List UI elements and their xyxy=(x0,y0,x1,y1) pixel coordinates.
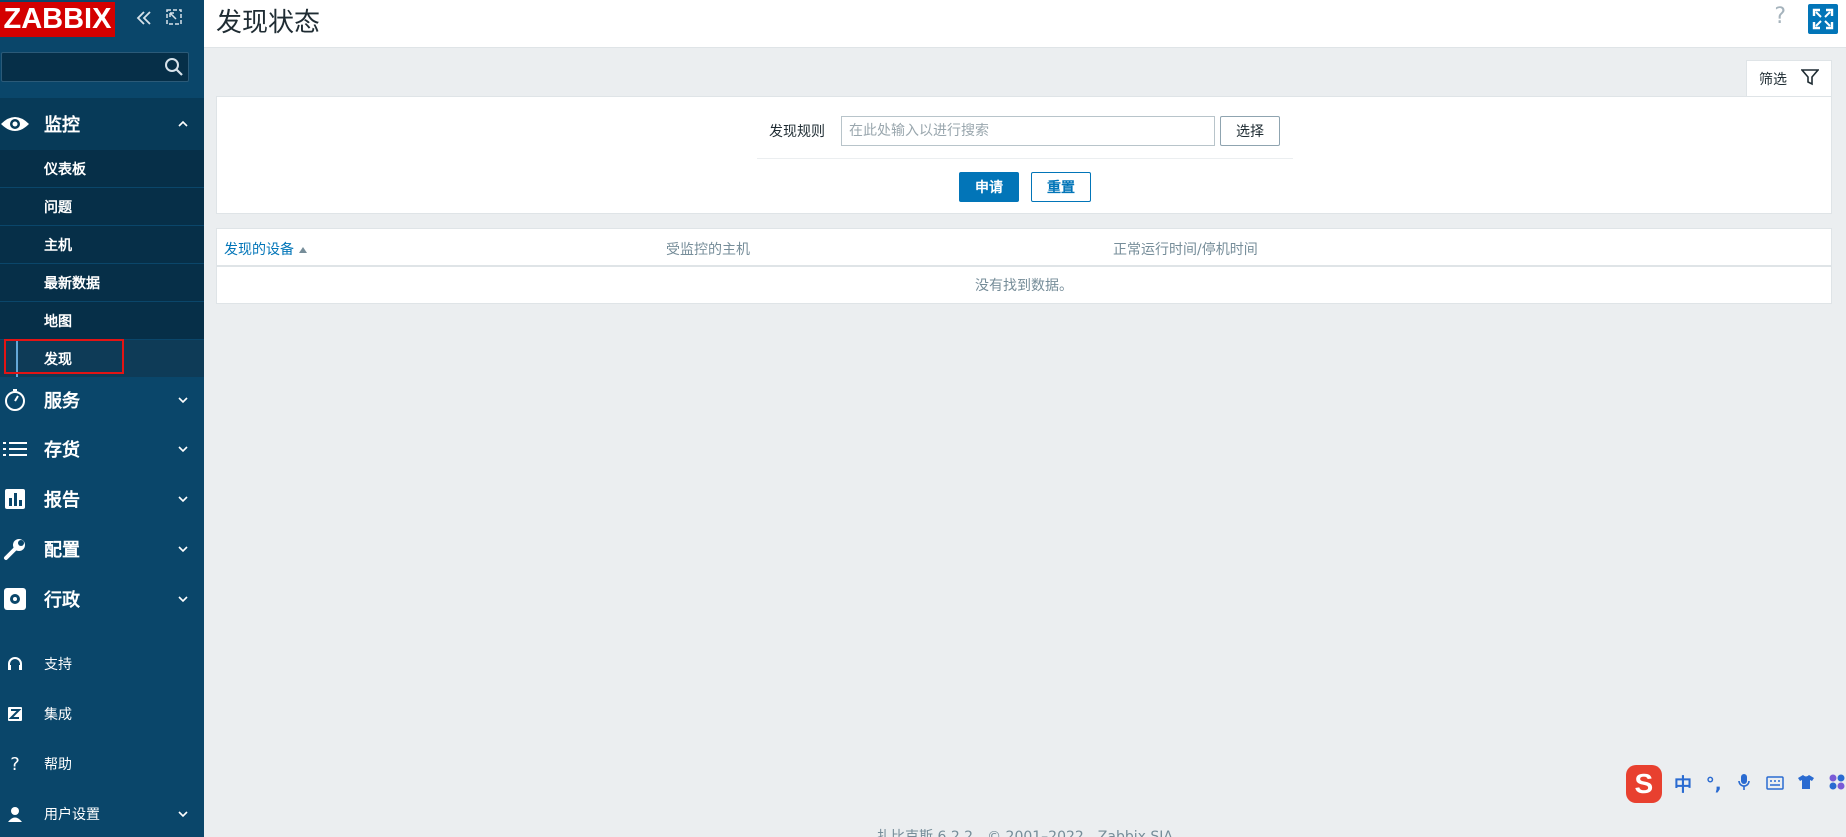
headset-icon xyxy=(0,649,30,679)
user-icon xyxy=(0,799,30,829)
apply-button[interactable]: 申请 xyxy=(959,172,1019,202)
discovery-table: 发现的设备 受监控的主机 正常运行时间/停机时间 没有找到数据。 xyxy=(216,228,1832,304)
column-monitored-host: 受监控的主机 xyxy=(666,242,750,258)
sidebar-item-maps[interactable]: 地图 xyxy=(0,302,204,340)
sort-asc-icon xyxy=(298,242,308,258)
menu-integrations[interactable]: 集成 xyxy=(0,694,204,734)
chevron-down-icon xyxy=(178,492,188,506)
menu-services-label: 服务 xyxy=(44,391,80,412)
column-label: 发现的设备 xyxy=(224,242,294,258)
chevron-down-icon xyxy=(178,542,188,556)
select-button[interactable]: 选择 xyxy=(1220,116,1280,146)
sidebar-item-label: 仪表板 xyxy=(44,161,86,178)
search-icon[interactable] xyxy=(164,57,184,77)
column-uptime-downtime: 正常运行时间/停机时间 xyxy=(1113,242,1258,258)
menu-inventory[interactable]: 存货 xyxy=(0,425,204,473)
page-header: 发现状态 ? xyxy=(204,0,1846,48)
menu-configuration[interactable]: 配置 xyxy=(0,525,204,573)
z-icon xyxy=(0,699,30,729)
sidebar-item-hosts[interactable]: 主机 xyxy=(0,226,204,264)
menu-administration[interactable]: 行政 xyxy=(0,575,204,623)
filter-tab-label: 筛选 xyxy=(1759,72,1787,88)
menu-support[interactable]: 支持 xyxy=(0,644,204,684)
fullscreen-icon[interactable] xyxy=(1808,4,1838,34)
reset-button[interactable]: 重置 xyxy=(1031,172,1091,202)
ime-punctuation[interactable]: °, xyxy=(1704,774,1723,795)
list-icon xyxy=(0,434,30,464)
apps-icon[interactable] xyxy=(1827,773,1846,796)
filter-icon xyxy=(1800,68,1820,90)
menu-configuration-label: 配置 xyxy=(44,540,80,561)
sidebar-item-label: 主机 xyxy=(44,237,72,254)
selection-highlight-box xyxy=(4,339,124,374)
menu-support-label: 支持 xyxy=(44,657,72,673)
chevron-up-icon xyxy=(178,117,188,131)
menu-reports[interactable]: 报告 xyxy=(0,475,204,523)
column-discovered-device[interactable]: 发现的设备 xyxy=(224,239,308,259)
sidebar-search-input[interactable] xyxy=(2,53,152,81)
eye-icon xyxy=(0,109,30,139)
microphone-icon[interactable] xyxy=(1735,773,1754,796)
filter-panel: 发现规则 选择 申请 重置 xyxy=(216,96,1832,214)
menu-monitoring[interactable]: 监控 xyxy=(0,98,204,150)
bar-chart-icon xyxy=(0,484,30,514)
chevron-down-icon xyxy=(178,442,188,456)
sidebar-item-label: 问题 xyxy=(44,199,72,216)
question-icon: ? xyxy=(10,753,20,775)
sidebar-item-dashboards[interactable]: 仪表板 xyxy=(0,150,204,188)
sidebar-item-latest-data[interactable]: 最新数据 xyxy=(0,264,204,302)
discovery-rule-label: 发现规则 xyxy=(769,124,825,140)
ime-chinese-mode[interactable]: 中 xyxy=(1674,771,1693,797)
menu-user-settings[interactable]: 用户设置 xyxy=(0,794,204,834)
gear-icon xyxy=(0,584,30,614)
sidebar-search xyxy=(1,52,189,82)
logo-row: ZABBIX xyxy=(0,0,204,40)
sidebar-item-problems[interactable]: 问题 xyxy=(0,188,204,226)
sidebar: ZABBIX 监控 仪表板 问题 主机 最新数据 地图 发现 服务 存货 报告 … xyxy=(0,0,204,837)
zabbix-logo[interactable]: ZABBIX xyxy=(0,2,115,37)
sidebar-item-label: 最新数据 xyxy=(44,275,100,292)
menu-reports-label: 报告 xyxy=(44,490,80,511)
menu-help-label: 帮助 xyxy=(44,757,72,773)
chevron-down-icon xyxy=(178,592,188,606)
chevron-down-icon xyxy=(178,807,188,821)
filter-tab[interactable]: 筛选 xyxy=(1746,60,1832,97)
help-icon[interactable]: ? xyxy=(1774,4,1786,29)
footer: 扎比克斯 6.2.2。© 2001–2022，Zabbix SIA xyxy=(877,829,1173,837)
kiosk-mode-icon[interactable] xyxy=(163,8,185,30)
empty-message: 没有找到数据。 xyxy=(975,278,1073,294)
filter-divider xyxy=(757,158,1293,159)
table-header: 发现的设备 受监控的主机 正常运行时间/停机时间 xyxy=(217,229,1831,267)
menu-help[interactable]: ? 帮助 xyxy=(0,744,204,784)
sogou-logo-icon[interactable]: S xyxy=(1626,765,1662,803)
menu-inventory-label: 存货 xyxy=(44,440,80,461)
menu-monitoring-label: 监控 xyxy=(44,115,80,136)
menu-integrations-label: 集成 xyxy=(44,707,72,723)
keyboard-icon[interactable] xyxy=(1766,774,1785,795)
menu-services[interactable]: 服务 xyxy=(0,376,204,424)
menu-user-settings-label: 用户设置 xyxy=(44,807,100,823)
page-title: 发现状态 xyxy=(216,8,321,38)
chevron-down-icon xyxy=(178,393,188,407)
discovery-rule-input[interactable] xyxy=(841,116,1215,146)
skin-shirt-icon[interactable] xyxy=(1797,774,1816,795)
ime-toolbar: S 中 °, xyxy=(1626,764,1846,804)
wrench-icon xyxy=(0,534,30,564)
sidebar-item-label: 地图 xyxy=(44,313,72,330)
stopwatch-icon xyxy=(0,385,30,415)
menu-administration-label: 行政 xyxy=(44,590,80,611)
collapse-sidebar-icon[interactable] xyxy=(133,8,155,30)
